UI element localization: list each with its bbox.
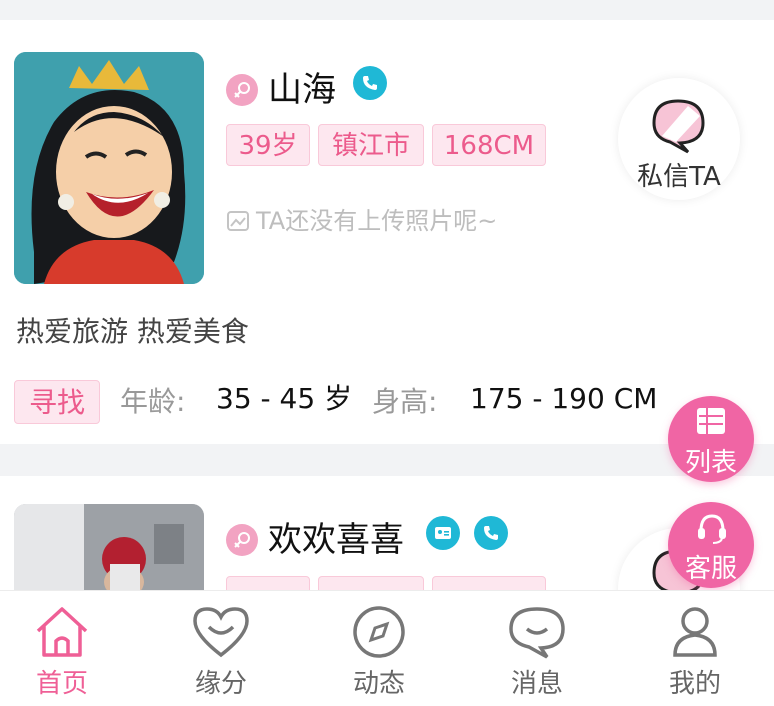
phone-verified-icon bbox=[353, 66, 387, 100]
customer-service-button[interactable]: 客服 bbox=[668, 502, 754, 588]
age-tag: 39岁 bbox=[226, 124, 310, 166]
list-view-label: 列表 bbox=[684, 448, 737, 478]
chat-bubble-icon bbox=[652, 99, 705, 154]
tab-messages-label: 消息 bbox=[510, 669, 563, 699]
heart-smile-icon bbox=[193, 607, 249, 658]
city-tag: 镇江市 bbox=[318, 124, 424, 166]
no-photo-notice: TA还没有上传照片呢~ bbox=[226, 206, 497, 236]
list-icon bbox=[697, 408, 725, 434]
tab-home[interactable]: 首页 bbox=[0, 591, 139, 706]
tab-moments-label: 动态 bbox=[352, 669, 405, 699]
person-icon bbox=[673, 607, 717, 657]
profile-name: 欢欢喜喜 bbox=[268, 520, 404, 560]
female-icon bbox=[226, 74, 258, 106]
private-message-button[interactable]: 私信TA bbox=[618, 78, 740, 200]
female-icon bbox=[226, 524, 258, 556]
tab-moments[interactable]: 动态 bbox=[302, 591, 456, 706]
home-icon bbox=[36, 607, 88, 657]
tab-mine-label: 我的 bbox=[668, 669, 721, 699]
seek-age-value: 35 - 45 岁 bbox=[216, 382, 353, 415]
seek-height-label: 身高: bbox=[372, 385, 438, 418]
height-tag: 168CM bbox=[432, 124, 546, 166]
customer-service-label: 客服 bbox=[684, 554, 737, 584]
cartoon-woman-avatar bbox=[14, 52, 204, 284]
chat-bubble-icon bbox=[509, 607, 565, 659]
list-view-button[interactable]: 列表 bbox=[668, 396, 754, 482]
profile-avatar[interactable] bbox=[14, 52, 204, 284]
profile-card[interactable]: 山海 39岁 镇江市 168CM TA还没有上传照片呢~ 私信TA 热爱旅游 热… bbox=[0, 20, 774, 444]
profile-intro: 热爱旅游 热爱美食 bbox=[16, 315, 249, 348]
seek-age-label: 年龄: bbox=[120, 385, 186, 418]
seek-height-value: 175 - 190 CM bbox=[470, 382, 658, 415]
id-verified-icon bbox=[426, 516, 460, 550]
no-photo-text: TA还没有上传照片呢~ bbox=[256, 207, 498, 235]
tab-messages[interactable]: 消息 bbox=[460, 591, 614, 706]
headset-icon bbox=[698, 514, 726, 544]
tab-fate[interactable]: 缘分 bbox=[144, 591, 298, 706]
image-icon bbox=[227, 211, 249, 231]
profile-name: 山海 bbox=[268, 70, 336, 110]
tab-mine[interactable]: 我的 bbox=[618, 591, 772, 706]
seek-tag: 寻找 bbox=[14, 380, 100, 424]
compass-icon bbox=[353, 606, 405, 658]
private-message-label: 私信TA bbox=[637, 162, 721, 192]
tab-home-label: 首页 bbox=[35, 669, 88, 699]
phone-verified-icon bbox=[474, 516, 508, 550]
bottom-tab-bar: 首页 缘分 动态 消息 我的 bbox=[0, 590, 774, 706]
tab-fate-label: 缘分 bbox=[194, 669, 247, 699]
